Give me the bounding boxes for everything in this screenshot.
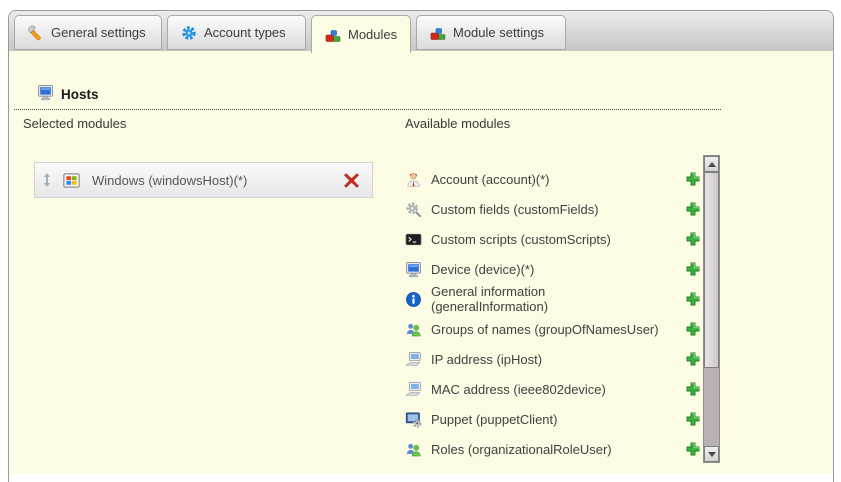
add-module-button[interactable] (685, 261, 701, 277)
available-module-label: Custom scripts (customScripts) (431, 232, 661, 247)
available-module-label: MAC address (ieee802device) (431, 382, 661, 397)
terminal-icon (405, 231, 422, 248)
tab-account-types[interactable]: Account types (167, 15, 306, 50)
tab-bar: General settings Account types Modules M… (9, 11, 833, 52)
account-icon (405, 171, 422, 188)
remove-module-button[interactable] (343, 172, 360, 189)
tab-label: Account types (204, 25, 286, 40)
groups-icon (405, 441, 422, 458)
screen-gear-icon (405, 411, 422, 428)
available-module-row: Roles (organizationalRoleUser) (405, 434, 703, 464)
settings-panel: General settings Account types Modules M… (8, 10, 834, 482)
arrow-up-icon (708, 162, 716, 167)
available-module-row: Puppet (puppetClient) (405, 404, 703, 434)
gear-icon (181, 25, 197, 41)
add-module-button[interactable] (685, 411, 701, 427)
available-module-row: General information (generalInformation) (405, 284, 703, 314)
add-module-button[interactable] (685, 201, 701, 217)
available-module-row: Custom fields (customFields) (405, 194, 703, 224)
available-modules-heading: Available modules (405, 116, 510, 131)
available-module-label: Roles (organizationalRoleUser) (431, 442, 661, 457)
available-module-label: Account (account)(*) (431, 172, 661, 187)
info-icon (405, 291, 422, 308)
scroll-up-button[interactable] (704, 156, 719, 172)
modules-tab-content: Hosts Selected modules Available modules… (9, 51, 833, 474)
available-module-row: MAC address (ieee802device) (405, 374, 703, 404)
section-header: Hosts (37, 84, 99, 104)
available-module-label: IP address (ipHost) (431, 352, 661, 367)
available-module-label: Custom fields (customFields) (431, 202, 661, 217)
workstation-icon (405, 381, 422, 398)
available-module-label: Device (device)(*) (431, 262, 661, 277)
add-module-button[interactable] (685, 351, 701, 367)
selected-module-label: Windows (windowsHost)(*) (92, 173, 343, 188)
available-module-label: Puppet (puppetClient) (431, 412, 661, 427)
arrow-down-icon (708, 452, 716, 457)
workstation-icon (405, 351, 422, 368)
selected-modules-heading: Selected modules (23, 116, 126, 131)
available-module-label: General information (generalInformation) (431, 284, 661, 314)
available-module-row: IP address (ipHost) (405, 344, 703, 374)
available-module-label: Groups of names (groupOfNamesUser) (431, 322, 661, 337)
tab-module-settings[interactable]: Module settings (416, 15, 566, 50)
groups-icon (405, 321, 422, 338)
available-module-row: Groups of names (groupOfNamesUser) (405, 314, 703, 344)
tab-label: Modules (348, 27, 397, 42)
gear-magnifier-icon (405, 201, 422, 218)
scroll-down-button[interactable] (704, 446, 719, 462)
monitor-icon (405, 261, 422, 278)
add-module-button[interactable] (685, 321, 701, 337)
section-divider (14, 108, 721, 110)
available-module-row: Device (device)(*) (405, 254, 703, 284)
section-title: Hosts (61, 87, 99, 102)
available-modules-scrollbar[interactable] (703, 155, 720, 463)
add-module-button[interactable] (685, 381, 701, 397)
wrench-icon (28, 25, 44, 41)
available-modules-list: Account (account)(*) Custom fields (cust… (405, 155, 703, 471)
add-module-button[interactable] (685, 171, 701, 187)
tab-label: General settings (51, 25, 146, 40)
available-module-row: Account (account)(*) (405, 164, 703, 194)
modules-icon (430, 25, 446, 41)
add-module-button[interactable] (685, 291, 701, 307)
tab-general-settings[interactable]: General settings (14, 15, 162, 50)
add-module-button[interactable] (685, 441, 701, 457)
modules-icon (325, 27, 341, 43)
monitor-icon (37, 84, 54, 104)
available-module-row: Custom scripts (customScripts) (405, 224, 703, 254)
tab-label: Module settings (453, 25, 544, 40)
scrollbar-thumb[interactable] (704, 172, 719, 368)
windows-icon (63, 173, 80, 188)
add-module-button[interactable] (685, 231, 701, 247)
selected-module-row: Windows (windowsHost)(*) (34, 162, 373, 198)
tab-modules[interactable]: Modules (311, 15, 411, 53)
drag-handle-icon[interactable] (43, 173, 53, 187)
